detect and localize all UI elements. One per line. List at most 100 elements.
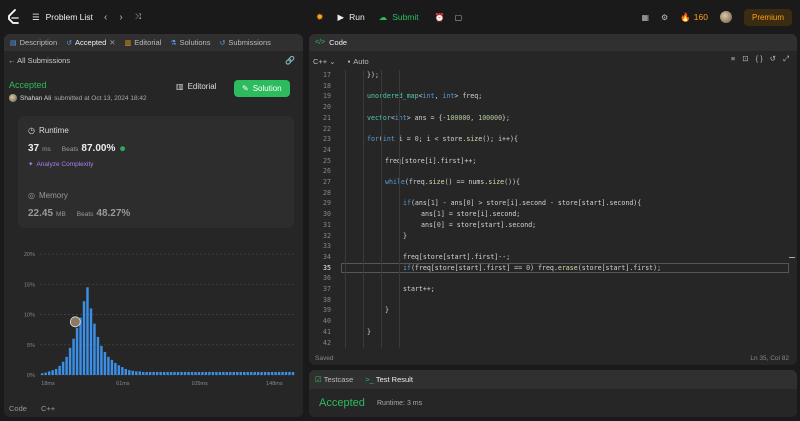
chart-bar[interactable] bbox=[96, 336, 100, 375]
chart-bar[interactable] bbox=[260, 371, 263, 375]
chart-bar[interactable] bbox=[243, 371, 246, 375]
chart-bar[interactable] bbox=[263, 371, 267, 375]
shuffle-icon[interactable]: ⤨ bbox=[135, 12, 141, 22]
chart-bar[interactable] bbox=[121, 367, 124, 375]
share-link-icon[interactable]: 🔗 bbox=[285, 56, 295, 65]
code-line[interactable]: 30 ans[1] = store[i].second; bbox=[309, 209, 797, 220]
code-line[interactable]: 37 start++; bbox=[309, 284, 797, 295]
auto-toggle[interactable]: ▪ Auto bbox=[348, 57, 369, 66]
code-line[interactable]: 33 bbox=[309, 241, 797, 252]
chart-bar[interactable] bbox=[86, 287, 89, 375]
chart-bar[interactable] bbox=[253, 371, 256, 375]
chart-bar[interactable] bbox=[176, 371, 180, 375]
chart-bar[interactable] bbox=[75, 327, 79, 375]
chart-bar[interactable] bbox=[41, 373, 44, 375]
code-line[interactable]: 31 ans[0] = store[start].second; bbox=[309, 220, 797, 231]
chart-bar[interactable] bbox=[152, 371, 155, 375]
chart-bar[interactable] bbox=[267, 371, 270, 375]
bookmark-icon[interactable]: ⊡ bbox=[742, 54, 748, 64]
chart-bar[interactable] bbox=[239, 371, 242, 375]
debug-icon[interactable]: ✹ bbox=[316, 12, 324, 23]
chart-bar[interactable] bbox=[180, 371, 183, 375]
code-line[interactable]: 32} bbox=[309, 231, 797, 242]
chart-bar[interactable] bbox=[61, 361, 65, 375]
chart-bar[interactable] bbox=[107, 356, 110, 375]
analyze-complexity-link[interactable]: ✦ Analyze Complexity bbox=[28, 160, 94, 169]
chart-bar[interactable] bbox=[211, 371, 215, 375]
tab-test-result[interactable]: >_ Test Result bbox=[365, 375, 413, 384]
code-line[interactable]: 35 if(freq[store[start].first] == 0) freq… bbox=[309, 262, 797, 274]
chart-bar[interactable] bbox=[229, 371, 232, 375]
chart-bar[interactable] bbox=[236, 371, 239, 375]
chart-bar[interactable] bbox=[148, 371, 152, 375]
tab-testcase[interactable]: ☑ Testcase bbox=[315, 375, 353, 384]
all-submissions-link[interactable]: ← All Submissions bbox=[8, 56, 70, 65]
chart-bar[interactable] bbox=[58, 365, 61, 375]
chart-bar[interactable] bbox=[82, 301, 86, 375]
chart-bar[interactable] bbox=[190, 371, 194, 375]
note-icon[interactable]: ▢ bbox=[455, 13, 463, 22]
chart-bar[interactable] bbox=[54, 368, 58, 375]
chart-bar[interactable] bbox=[135, 371, 138, 375]
chart-bar[interactable] bbox=[208, 371, 211, 375]
tab-solutions[interactable]: ⚗ Solutions bbox=[170, 38, 210, 47]
chart-bar[interactable] bbox=[281, 371, 284, 375]
chart-bar[interactable] bbox=[65, 356, 68, 375]
chart-bar[interactable] bbox=[201, 371, 204, 375]
chart-bar[interactable] bbox=[246, 371, 249, 375]
chart-bar[interactable] bbox=[222, 371, 225, 375]
chart-bar[interactable] bbox=[169, 371, 173, 375]
chart-bar[interactable] bbox=[93, 323, 96, 375]
code-line[interactable]: 21 vector<int> ans = {-100000, 100000}; bbox=[309, 113, 797, 124]
chart-bar[interactable] bbox=[110, 359, 114, 375]
chart-bar[interactable] bbox=[187, 371, 190, 375]
memory-header[interactable]: ◎ Memory bbox=[28, 191, 68, 200]
chart-bar[interactable] bbox=[145, 371, 148, 375]
chart-bar[interactable] bbox=[155, 371, 159, 375]
editorial-button[interactable]: ▥ Editorial bbox=[176, 82, 216, 91]
code-line[interactable]: 19 unordered_map<int, int> freq; bbox=[309, 91, 797, 102]
problem-list-button[interactable]: ☰ Problem List bbox=[32, 0, 93, 34]
chart-bar[interactable] bbox=[166, 371, 169, 375]
tab-submissions[interactable]: ↺ Submissions bbox=[219, 38, 270, 47]
code-line[interactable]: 27 while(freq.size() == nums.size()){ bbox=[309, 177, 797, 188]
runtime-distribution-chart[interactable]: 20% 15% 10% 5% 0% 18ms 61ms 105ms 148ms bbox=[4, 242, 303, 392]
user-avatar-marker[interactable] bbox=[69, 316, 81, 328]
code-line[interactable]: 38 bbox=[309, 295, 797, 306]
chart-bar[interactable] bbox=[44, 372, 47, 375]
code-line[interactable]: 25 freq[store[i].first]++; bbox=[309, 156, 797, 167]
submit-button[interactable]: ☁ Submit bbox=[379, 12, 419, 23]
chart-bar[interactable] bbox=[100, 345, 103, 375]
chart-bar[interactable] bbox=[72, 338, 75, 375]
premium-button[interactable]: Premium bbox=[743, 8, 792, 26]
chart-bar[interactable] bbox=[173, 371, 176, 375]
leetcode-logo[interactable] bbox=[6, 0, 22, 34]
chart-bar[interactable] bbox=[47, 371, 51, 375]
code-line[interactable]: 18 bbox=[309, 81, 797, 92]
chart-bar[interactable] bbox=[232, 371, 236, 375]
code-line[interactable]: 36 bbox=[309, 273, 797, 284]
chart-bar[interactable] bbox=[218, 371, 222, 375]
chart-bar[interactable] bbox=[215, 371, 218, 375]
run-button[interactable]: ▶ Run bbox=[334, 12, 369, 23]
chart-bar[interactable] bbox=[131, 370, 134, 375]
code-line[interactable]: 40 bbox=[309, 316, 797, 327]
language-select[interactable]: C++ ⌄ bbox=[313, 57, 336, 66]
reset-icon[interactable]: ↺ bbox=[770, 54, 776, 64]
solution-button[interactable]: ✎ Solution bbox=[234, 80, 290, 97]
chart-bar[interactable] bbox=[204, 371, 208, 375]
code-line[interactable]: 17}); bbox=[309, 70, 797, 81]
chart-bar[interactable] bbox=[249, 371, 253, 375]
runtime-card[interactable]: ◷ Runtime 37 ms Beats 87.00% ☻ ✦ Analyze… bbox=[18, 116, 294, 228]
chart-bar[interactable] bbox=[277, 371, 281, 375]
layout-icon[interactable]: ▦ bbox=[641, 13, 649, 22]
chart-bar[interactable] bbox=[117, 365, 121, 375]
code-line[interactable]: 42 bbox=[309, 338, 797, 349]
tab-accepted[interactable]: ↺ Accepted ✕ bbox=[66, 38, 115, 47]
chart-bar[interactable] bbox=[51, 370, 54, 375]
next-problem-icon[interactable]: › bbox=[119, 12, 122, 23]
chart-bar[interactable] bbox=[162, 371, 166, 375]
submitter-name[interactable]: Shahan Ali bbox=[20, 95, 51, 102]
braces-icon[interactable]: { } bbox=[756, 54, 763, 64]
code-line[interactable]: 26 bbox=[309, 166, 797, 177]
